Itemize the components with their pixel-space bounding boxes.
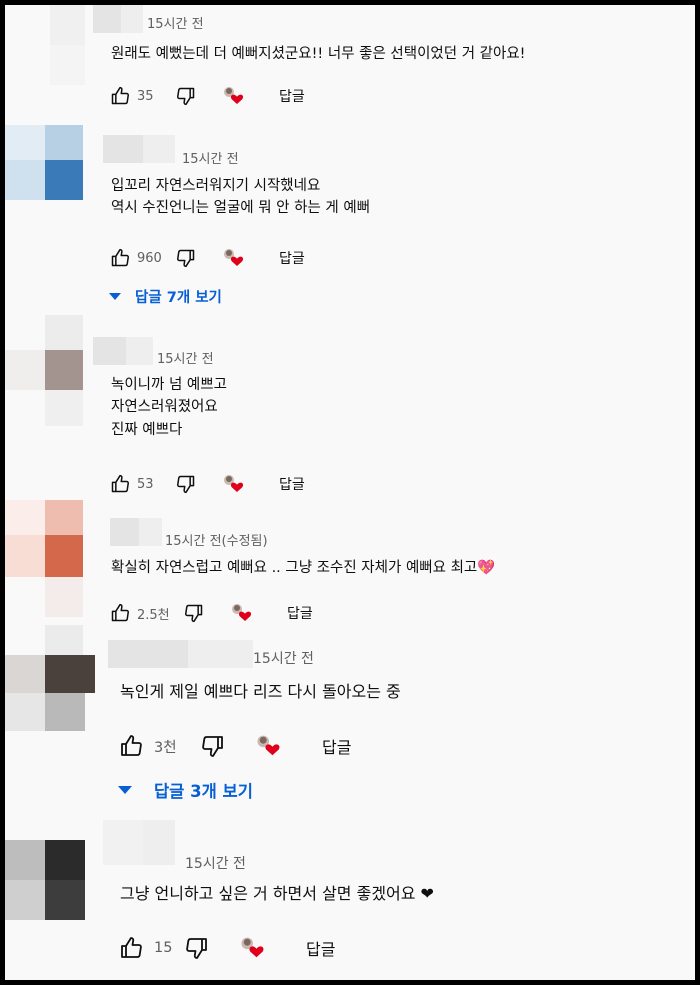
comment-item: 15시간 전(수정됨) 확실히 자연스럽고 예뻐요 .. 그냥 조수진 자체가 … — [5, 500, 695, 625]
like-count: 15 — [154, 940, 173, 956]
avatar[interactable] — [5, 625, 95, 731]
creator-heart-icon — [221, 247, 247, 269]
author-name[interactable] — [93, 5, 143, 33]
avatar[interactable] — [5, 310, 95, 426]
comment-item: 15시간 전 원래도 예뻤는데 더 예뻐지셨군요!! 너무 좋은 선택이었던 거… — [5, 5, 695, 120]
author-name[interactable] — [110, 518, 162, 546]
like-icon[interactable] — [109, 473, 131, 495]
creator-heart-icon — [229, 602, 255, 624]
like-count: 3천 — [154, 739, 177, 756]
like-icon[interactable] — [109, 602, 131, 624]
creator-heart-icon — [221, 473, 247, 495]
expand-triangle-icon — [118, 786, 132, 794]
reply-button[interactable]: 답글 — [306, 936, 335, 960]
comment-timestamp[interactable]: 15시간 전(수정됨) — [165, 530, 268, 549]
comment-actions: 3천 답글 — [118, 733, 351, 759]
reply-button[interactable]: 답글 — [279, 474, 305, 494]
avatar[interactable] — [5, 120, 95, 216]
creator-heart-icon — [238, 935, 268, 961]
like-icon[interactable] — [118, 935, 144, 961]
avatar[interactable] — [5, 5, 95, 101]
reply-button[interactable]: 답글 — [287, 603, 313, 623]
dislike-icon[interactable] — [175, 473, 197, 495]
creator-heart-icon — [221, 85, 247, 107]
comment-item: 15시간 전 그냥 언니하고 싶은 거 하면서 살면 좋겠어요 ❤ 15 답글 — [5, 820, 695, 980]
author-name[interactable] — [108, 640, 253, 668]
like-count: 960 — [137, 250, 162, 266]
like-icon[interactable] — [118, 733, 144, 759]
avatar[interactable] — [5, 500, 95, 617]
reply-button[interactable]: 답글 — [279, 86, 305, 106]
dislike-icon[interactable] — [175, 247, 197, 269]
comment-text: 녹인게 제일 예쁘다 리즈 다시 돌아오는 중 — [120, 682, 401, 701]
comment-item: 15시간 전 녹이니까 넘 예쁘고 자연스러워졌어요 진짜 예쁘다 53 답글 — [5, 310, 695, 500]
dislike-icon[interactable] — [183, 602, 205, 624]
dislike-icon[interactable] — [175, 85, 197, 107]
comment-text: 입꼬리 자연스러워지기 시작했네요 역시 수진언니는 얼굴에 뭐 안 하는 게 … — [111, 178, 371, 217]
author-name[interactable] — [93, 337, 153, 365]
creator-heart-icon — [254, 733, 284, 759]
view-replies-button[interactable]: 답글 7개 보기 — [109, 286, 222, 307]
comment-text: 확실히 자연스럽고 예뻐요 .. 그냥 조수진 자체가 예뻐요 최고💖 — [111, 560, 496, 576]
comments-panel: 15시간 전 원래도 예뻤는데 더 예뻐지셨군요!! 너무 좋은 선택이었던 거… — [5, 5, 695, 980]
like-icon[interactable] — [109, 247, 131, 269]
like-count: 2.5천 — [137, 607, 170, 623]
comment-actions: 35 답글 — [109, 85, 305, 107]
comment-actions: 53 답글 — [109, 473, 305, 495]
comment-item: 15시간 전 입꼬리 자연스러워지기 시작했네요 역시 수진언니는 얼굴에 뭐 … — [5, 120, 695, 310]
comment-timestamp[interactable]: 15시간 전 — [147, 13, 204, 32]
author-name[interactable] — [103, 135, 175, 163]
comment-actions: 15 답글 — [118, 935, 335, 961]
view-replies-button[interactable]: 답글 3개 보기 — [118, 778, 253, 802]
reply-button[interactable]: 답글 — [322, 734, 351, 758]
comment-timestamp[interactable]: 15시간 전 — [157, 348, 214, 367]
author-name[interactable] — [103, 820, 175, 865]
expand-triangle-icon — [109, 293, 121, 300]
comment-timestamp[interactable]: 15시간 전 — [253, 648, 314, 668]
comment-item: 15시간 전 녹인게 제일 예쁘다 리즈 다시 돌아오는 중 3천 답글 답글 … — [5, 625, 695, 820]
like-icon[interactable] — [109, 85, 131, 107]
comment-text: 원래도 예뻤는데 더 예뻐지셨군요!! 너무 좋은 선택이었던 거 같아요! — [111, 46, 526, 62]
comment-text: 녹이니까 넘 예쁘고 자연스러워졌어요 진짜 예쁘다 — [111, 377, 227, 438]
dislike-icon[interactable] — [184, 935, 210, 961]
like-count: 53 — [137, 476, 154, 492]
comment-timestamp[interactable]: 15시간 전 — [185, 853, 246, 873]
reply-button[interactable]: 답글 — [279, 248, 305, 268]
like-count: 35 — [137, 88, 154, 104]
comment-text: 그냥 언니하고 싶은 거 하면서 살면 좋겠어요 ❤ — [120, 884, 434, 903]
comment-actions: 2.5천 답글 — [109, 602, 313, 624]
avatar[interactable] — [5, 820, 95, 930]
dislike-icon[interactable] — [200, 733, 226, 759]
comment-timestamp[interactable]: 15시간 전 — [182, 148, 239, 167]
comment-actions: 960 답글 — [109, 247, 305, 269]
